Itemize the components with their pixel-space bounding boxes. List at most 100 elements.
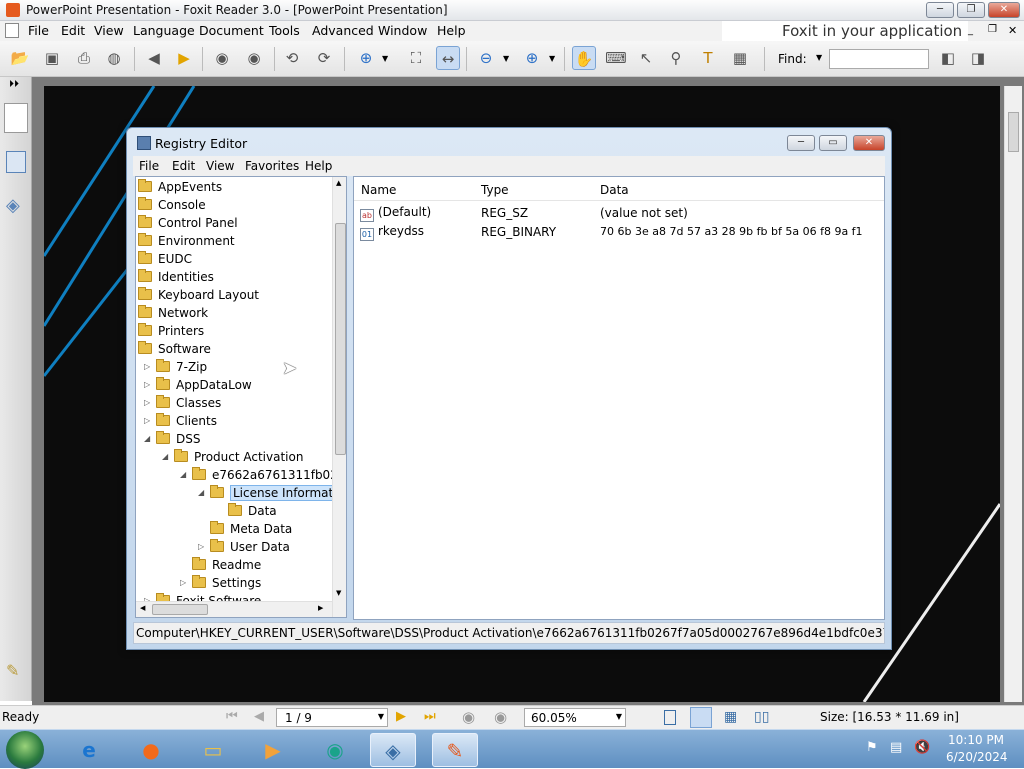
doc-close-button[interactable]: ✕ <box>1008 24 1017 37</box>
previous-page-icon[interactable]: ◀ <box>142 46 166 70</box>
doc-restore-button[interactable]: ❐ <box>988 24 997 35</box>
last-page-icon[interactable]: ⏭ <box>424 709 436 724</box>
tree-item[interactable]: Network <box>138 304 208 322</box>
internet-explorer-icon[interactable]: e <box>66 733 112 767</box>
snapshot-icon[interactable]: ▦ <box>728 46 752 70</box>
tree-item[interactable]: Control Panel <box>138 214 238 232</box>
tree-item[interactable]: ◢ e7662a6761311fb0267f <box>180 466 346 484</box>
thumbnails-icon[interactable] <box>6 151 26 173</box>
close-button[interactable]: ✕ <box>988 2 1020 18</box>
menu-document[interactable]: Document <box>199 23 264 38</box>
tree-item-selected[interactable]: ◢ License Information <box>198 484 346 502</box>
doc-minimize-button[interactable]: _ <box>968 25 973 36</box>
tree-horizontal-scrollbar[interactable]: ◀ ▶ <box>136 601 332 617</box>
chevron-down-icon[interactable]: ▼ <box>382 54 388 63</box>
column-data[interactable]: Data <box>600 183 629 197</box>
media-player-icon[interactable]: ▶ <box>250 733 296 767</box>
menu-tools[interactable]: Tools <box>269 23 300 38</box>
flag-icon[interactable]: ⚑ <box>866 740 878 755</box>
tree-item[interactable]: Readme <box>182 556 261 574</box>
bookmarks-icon[interactable] <box>4 103 28 133</box>
table-row[interactable]: ab (Default) <box>360 205 431 222</box>
rotate-left-icon[interactable]: ⟲ <box>280 46 304 70</box>
chevron-down-icon[interactable]: ▼ <box>503 54 509 63</box>
save-icon[interactable]: ▣ <box>40 46 64 70</box>
minimize-button[interactable]: ─ <box>926 2 954 18</box>
tree-item[interactable]: ▷ Clients <box>144 412 217 430</box>
chevron-down-icon[interactable]: ▼ <box>378 712 384 721</box>
scroll-right-icon[interactable]: ▶ <box>318 604 323 612</box>
facing-pages-icon[interactable]: ▦ <box>724 709 737 725</box>
network-icon[interactable]: ▤ <box>890 740 902 755</box>
reg-menu-edit[interactable]: Edit <box>172 159 195 173</box>
tree-item[interactable]: ▷ Settings <box>180 574 261 592</box>
back-icon[interactable]: ◉ <box>462 708 475 726</box>
clock-time[interactable]: 10:10 PM <box>948 733 1004 747</box>
next-page-icon[interactable]: ▶ <box>396 709 406 724</box>
maximize-button[interactable]: ❐ <box>957 2 985 18</box>
tree-item[interactable]: ▷ AppDataLow <box>144 376 252 394</box>
tree-item[interactable]: ▷ User Data <box>198 538 290 556</box>
layers-icon[interactable]: ◈ <box>6 195 26 217</box>
tree-item[interactable]: EUDC <box>138 250 192 268</box>
back-icon[interactable]: ◉ <box>210 46 234 70</box>
tree-vertical-scrollbar[interactable]: ▲ ▼ <box>332 177 346 617</box>
file-explorer-icon[interactable]: ▭ <box>190 733 236 767</box>
zoom-out-icon[interactable]: ⊖ <box>474 46 498 70</box>
select-arrow-icon[interactable]: ↖ <box>634 46 658 70</box>
binoculars-icon[interactable]: ⚲ <box>664 46 688 70</box>
menu-advanced[interactable]: Advanced <box>312 23 374 38</box>
expand-sidebar-icon[interactable]: ⏵⏵ <box>9 79 19 90</box>
column-type[interactable]: Type <box>481 183 509 197</box>
menu-edit[interactable]: Edit <box>61 23 85 38</box>
zoom-plus-icon[interactable]: ⊕ <box>520 46 544 70</box>
page-number-field[interactable]: 1 / 9 ▼ <box>276 708 388 727</box>
scroll-up-icon[interactable]: ▲ <box>336 179 341 187</box>
typewriter-icon[interactable]: T <box>696 46 720 70</box>
vertical-scrollbar[interactable] <box>1004 86 1022 702</box>
tree-item[interactable]: Data <box>218 502 277 520</box>
reg-menu-favorites[interactable]: Favorites <box>245 159 299 173</box>
next-page-icon[interactable]: ▶ <box>172 46 196 70</box>
reg-menu-view[interactable]: View <box>206 159 234 173</box>
first-page-icon[interactable]: ⏮ <box>226 709 238 724</box>
single-page-icon[interactable] <box>664 710 676 725</box>
tree-item[interactable]: Printers <box>138 322 204 340</box>
column-name[interactable]: Name <box>361 183 396 197</box>
print-icon[interactable]: ⎙ <box>72 46 96 70</box>
registry-close-button[interactable]: ✕ <box>853 135 885 151</box>
tree-item[interactable]: Meta Data <box>200 520 292 538</box>
text-select-icon[interactable]: ⌨ <box>604 46 628 70</box>
tree-item[interactable]: ▷ Classes <box>144 394 221 412</box>
tree-item[interactable]: ◢ DSS <box>144 430 200 448</box>
rotate-right-icon[interactable]: ⟳ <box>312 46 336 70</box>
continuous-page-icon[interactable] <box>690 707 712 728</box>
menu-language[interactable]: Language <box>133 23 195 38</box>
reg-menu-help[interactable]: Help <box>305 159 332 173</box>
clock-date[interactable]: 6/20/2024 <box>946 750 1008 764</box>
scroll-left-icon[interactable]: ◀ <box>140 604 145 612</box>
tree-item[interactable]: ▷ 7-Zip <box>144 358 207 376</box>
scroll-down-icon[interactable]: ▼ <box>336 589 341 597</box>
zoom-in-icon[interactable]: ⊕ <box>354 46 378 70</box>
prev-page-icon[interactable]: ◀ <box>254 709 264 724</box>
chevron-down-icon[interactable]: ▼ <box>549 54 555 63</box>
app-icon[interactable]: ◉ <box>312 733 358 767</box>
find-previous-icon[interactable]: ◧ <box>936 46 960 70</box>
registry-values-list[interactable]: Name Type Data ab (Default) REG_SZ (value… <box>353 176 885 620</box>
volume-muted-icon[interactable]: 🔇 <box>914 740 930 755</box>
registry-maximize-button[interactable]: ▭ <box>819 135 847 151</box>
tree-item[interactable]: Software <box>138 340 211 358</box>
registry-editor-taskbar-button[interactable]: ◈ <box>370 733 416 767</box>
menu-help[interactable]: Help <box>437 23 466 38</box>
fit-page-icon[interactable]: ⛶ <box>404 46 428 70</box>
menu-file[interactable]: File <box>28 23 49 38</box>
find-input[interactable] <box>829 49 929 69</box>
tree-item[interactable]: Keyboard Layout <box>138 286 259 304</box>
hand-tool-icon[interactable]: ✋ <box>572 46 596 70</box>
tree-item[interactable]: ◢ Product Activation <box>162 448 303 466</box>
tree-hscroll-thumb[interactable] <box>152 604 208 615</box>
tree-item[interactable]: Environment <box>138 232 235 250</box>
continuous-facing-icon[interactable]: ▯▯ <box>754 709 769 725</box>
menu-window[interactable]: Window <box>378 23 427 38</box>
